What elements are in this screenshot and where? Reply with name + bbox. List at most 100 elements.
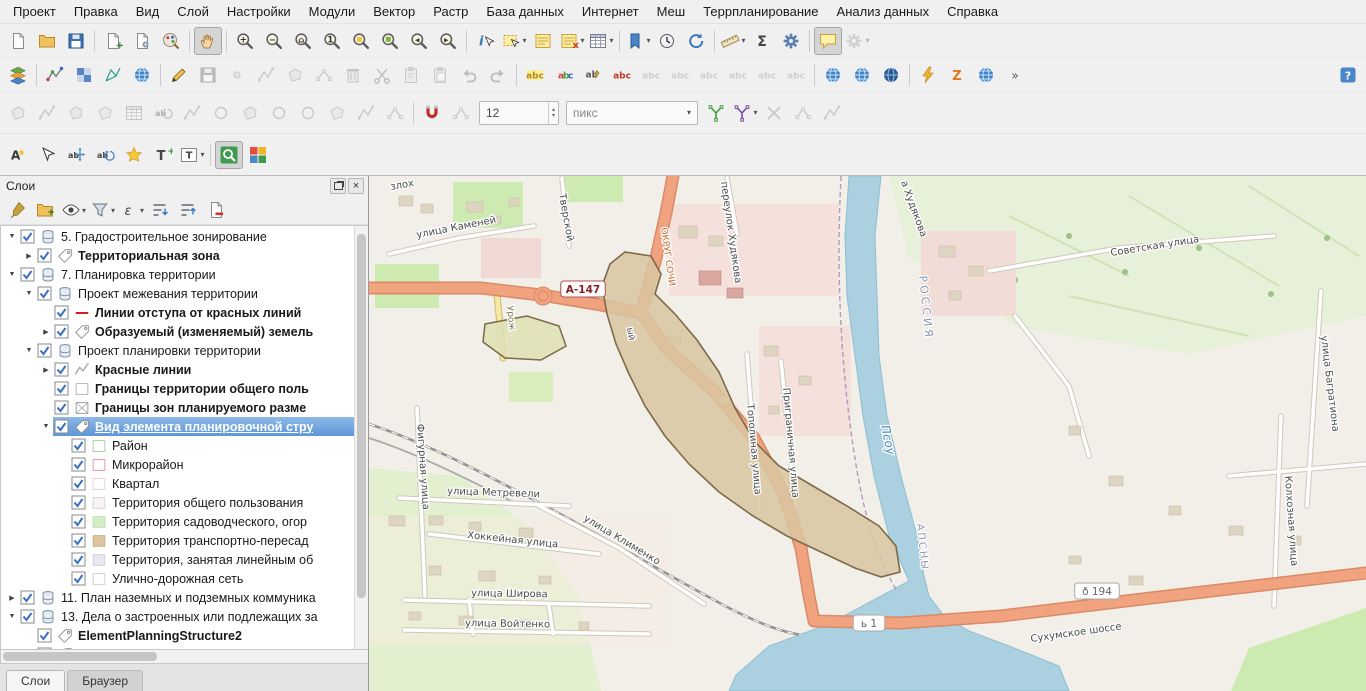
menu-меш[interactable]: Меш bbox=[648, 2, 695, 21]
panel-tab-layers[interactable]: Слои bbox=[6, 670, 65, 691]
layer-tree-row[interactable]: ▼Проект межевания территории bbox=[1, 284, 355, 303]
open-project-button[interactable] bbox=[33, 27, 61, 55]
favorites-button[interactable] bbox=[120, 141, 148, 169]
select-annotation-button[interactable] bbox=[33, 141, 61, 169]
layer-tree-row[interactable]: ▶11. План наземных и подземных коммуника bbox=[1, 588, 355, 607]
filter-legend-button[interactable]: ▾ bbox=[89, 197, 116, 223]
layer-tree-row[interactable]: Район bbox=[1, 436, 355, 455]
layer-tree-row[interactable]: Квартал bbox=[1, 474, 355, 493]
layer-checkbox[interactable] bbox=[54, 400, 69, 415]
toggle-editing-button[interactable] bbox=[165, 61, 193, 89]
auto-label-placement-button[interactable]: A bbox=[4, 141, 32, 169]
zoom-next-button[interactable]: ▸ bbox=[434, 27, 462, 55]
expander-icon[interactable]: ▶ bbox=[39, 366, 53, 374]
add-wms-layer-button[interactable] bbox=[128, 61, 156, 89]
expander-icon[interactable]: ▶ bbox=[22, 252, 36, 260]
layer-diagram-options-button[interactable]: abc bbox=[550, 61, 578, 89]
pin-unpin-labels-button[interactable]: ab bbox=[579, 61, 607, 89]
menu-анализ-данных[interactable]: Анализ данных bbox=[828, 2, 939, 21]
rotate-annotation-button[interactable]: ab bbox=[91, 141, 119, 169]
menu-вид[interactable]: Вид bbox=[127, 2, 169, 21]
layer-tree-row[interactable]: ▶Территориальная зона bbox=[1, 246, 355, 265]
open-layer-styling-button[interactable] bbox=[4, 197, 30, 223]
map-canvas[interactable]: злохулица КаменейТверскойпереулок Худяко… bbox=[368, 176, 1366, 691]
layer-checkbox[interactable] bbox=[71, 457, 86, 472]
layer-tree-row[interactable]: ElementPlanningStructure2 bbox=[1, 626, 355, 645]
layer-checkbox[interactable] bbox=[71, 438, 86, 453]
layer-checkbox[interactable] bbox=[37, 286, 52, 301]
vertical-scrollbar[interactable] bbox=[354, 226, 368, 649]
expander-icon[interactable]: ▼ bbox=[5, 233, 19, 240]
layer-checkbox[interactable] bbox=[20, 609, 35, 624]
menu-террпланирование[interactable]: Террпланирование bbox=[694, 2, 827, 21]
scrollbar-thumb[interactable] bbox=[357, 234, 366, 598]
expand-all-button[interactable] bbox=[147, 197, 173, 223]
layer-tree-row[interactable]: Границы территории общего поль bbox=[1, 379, 355, 398]
layer-checkbox[interactable] bbox=[37, 628, 52, 643]
deselect-all-button[interactable]: ×▾ bbox=[558, 27, 586, 55]
layer-labeling-options-button[interactable]: abc bbox=[521, 61, 549, 89]
statistical-summary-button[interactable]: Σ bbox=[748, 27, 776, 55]
layer-tree-row[interactable]: ▼Вид элемента планировочной стру bbox=[1, 417, 355, 436]
menu-база-данных[interactable]: База данных bbox=[477, 2, 572, 21]
add-mesh-layer-button[interactable] bbox=[99, 61, 127, 89]
menu-модули[interactable]: Модули bbox=[300, 2, 365, 21]
zoom-in-button[interactable]: + bbox=[231, 27, 259, 55]
menu-интернет[interactable]: Интернет bbox=[573, 2, 648, 21]
topological-editing-button[interactable] bbox=[702, 99, 730, 127]
style-manager-button[interactable] bbox=[157, 27, 185, 55]
layer-checkbox[interactable] bbox=[71, 571, 86, 586]
layer-checkbox[interactable] bbox=[71, 476, 86, 491]
layer-checkbox[interactable] bbox=[54, 381, 69, 396]
new-print-layout-button[interactable]: + bbox=[99, 27, 127, 55]
expander-icon[interactable]: ▼ bbox=[5, 271, 19, 278]
scrollbar-thumb[interactable] bbox=[3, 652, 157, 661]
menu-правка[interactable]: Правка bbox=[65, 2, 127, 21]
web-globe-button[interactable] bbox=[972, 61, 1000, 89]
enable-tracing-button[interactable]: ▾ bbox=[731, 99, 759, 127]
help-button[interactable]: ? bbox=[1334, 61, 1362, 89]
layer-tree-row[interactable]: Границы зон планируемого разме bbox=[1, 398, 355, 417]
add-group-button[interactable]: + bbox=[32, 197, 58, 223]
menu-слой[interactable]: Слой bbox=[168, 2, 218, 21]
menu-настройки[interactable]: Настройки bbox=[218, 2, 300, 21]
new-project-button[interactable] bbox=[4, 27, 32, 55]
add-vector-layer-button[interactable] bbox=[41, 61, 69, 89]
layout-manager-button[interactable] bbox=[128, 27, 156, 55]
add-text-annotation-button[interactable]: T+ bbox=[149, 141, 177, 169]
temporal-controller-button[interactable] bbox=[653, 27, 681, 55]
layer-tree-row[interactable]: Линии отступа от красных линий bbox=[1, 303, 355, 322]
zoom-to-layer-button[interactable] bbox=[376, 27, 404, 55]
panel-close-button[interactable]: × bbox=[348, 178, 364, 194]
layer-checkbox[interactable] bbox=[54, 305, 69, 320]
expander-icon[interactable]: ▼ bbox=[22, 290, 36, 297]
expander-icon[interactable]: ▼ bbox=[5, 613, 19, 620]
zoom-out-button[interactable]: − bbox=[260, 27, 288, 55]
open-attribute-table-button[interactable]: ▾ bbox=[587, 27, 615, 55]
refresh-map-button[interactable] bbox=[682, 27, 710, 55]
layer-checkbox[interactable] bbox=[20, 267, 35, 282]
zoom-native-button[interactable]: 1 bbox=[318, 27, 346, 55]
menu-растр[interactable]: Растр bbox=[424, 2, 477, 21]
processing-toolbox-button[interactable] bbox=[777, 27, 805, 55]
select-by-value-button[interactable] bbox=[529, 27, 557, 55]
layer-checkbox[interactable] bbox=[20, 590, 35, 605]
manage-map-themes-button[interactable]: ▾ bbox=[60, 197, 87, 223]
identify-features-button[interactable]: i bbox=[471, 27, 499, 55]
quickmapservices-button[interactable] bbox=[244, 141, 272, 169]
text-annotation-button[interactable]: T▾ bbox=[178, 141, 206, 169]
osm-place-search-button[interactable] bbox=[215, 141, 243, 169]
filter-by-expression-button[interactable]: ε▾ bbox=[118, 197, 145, 223]
layer-checkbox[interactable] bbox=[37, 647, 52, 649]
layer-tree-row[interactable]: ▼13. Дела о застроенных или подлежащих з… bbox=[1, 607, 355, 626]
toolbar-overflow-button[interactable]: » bbox=[1001, 61, 1029, 89]
measure-button[interactable]: ▾ bbox=[719, 27, 747, 55]
layer-checkbox[interactable] bbox=[54, 324, 69, 339]
collapse-all-button[interactable] bbox=[175, 197, 201, 223]
layer-tree-row[interactable]: Сервитут, публичный сервитут bbox=[1, 645, 355, 649]
layer-tree-row[interactable]: ▶Образуемый (изменяемый) земель bbox=[1, 322, 355, 341]
menu-справка[interactable]: Справка bbox=[938, 2, 1007, 21]
layer-checkbox[interactable] bbox=[54, 362, 69, 377]
layer-checkbox[interactable] bbox=[54, 419, 69, 434]
show-map-tips-button[interactable] bbox=[814, 27, 842, 55]
